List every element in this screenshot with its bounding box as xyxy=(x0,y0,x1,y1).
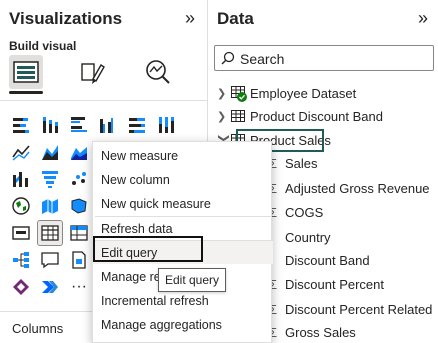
chevron-right-icon[interactable]: ❯ xyxy=(217,110,231,123)
stacked-area-chart-icon[interactable] xyxy=(67,140,91,164)
chevron-right-icon[interactable]: ❯ xyxy=(217,87,231,100)
field-name: Gross Sales xyxy=(285,324,356,340)
field-name: Discount Band xyxy=(285,252,370,268)
shape-map-icon[interactable] xyxy=(67,194,91,218)
field-name: Sales xyxy=(285,155,318,171)
data-title: Data xyxy=(217,9,254,28)
table-name: Employee Dataset xyxy=(250,85,357,101)
menu-item-manage-aggregations[interactable]: Manage aggregations xyxy=(93,313,273,336)
field-name: Country xyxy=(285,229,331,245)
visualizations-title: Visualizations xyxy=(9,9,123,28)
menu-item-new-measure[interactable]: New measure xyxy=(93,144,273,167)
funnel-chart-icon[interactable] xyxy=(38,167,62,191)
100-stacked-bar-chart-icon[interactable] xyxy=(125,113,149,137)
ribbon-chart-icon[interactable] xyxy=(9,167,33,191)
table-name: Product Discount Band xyxy=(250,108,383,124)
stacked-column-chart-icon[interactable] xyxy=(38,113,62,137)
table-visual-icon[interactable] xyxy=(37,220,63,246)
scatter-chart-icon[interactable] xyxy=(67,167,91,191)
edit-query-highlight-box xyxy=(93,236,203,262)
format-visual-icon[interactable] xyxy=(75,55,109,89)
paginated-report-icon[interactable] xyxy=(67,248,91,272)
field-row[interactable]: Country xyxy=(266,226,331,248)
map-globe-icon[interactable] xyxy=(9,194,33,218)
line-chart-icon[interactable] xyxy=(9,140,33,164)
100-stacked-column-chart-icon[interactable] xyxy=(154,113,178,137)
menu-item-new-column[interactable]: New column xyxy=(93,168,273,191)
power-automate-icon[interactable] xyxy=(38,275,62,299)
field-name: Adjusted Gross Revenue xyxy=(285,180,430,196)
collapse-data-icon[interactable]: » xyxy=(418,9,428,27)
analytics-icon[interactable] xyxy=(141,55,175,89)
field-row[interactable]: Σ Discount Percent Related xyxy=(266,298,432,320)
field-row[interactable]: Σ Gross Sales xyxy=(266,321,356,343)
build-visual-label: Build visual xyxy=(9,39,77,53)
menu-item-new-quick-measure[interactable]: New quick measure xyxy=(93,192,273,215)
filled-map-icon[interactable] xyxy=(38,194,62,218)
columns-label: Columns xyxy=(12,321,64,336)
power-apps-icon[interactable] xyxy=(9,275,33,299)
matrix-visual-icon[interactable] xyxy=(67,221,91,245)
more-visuals-icon[interactable]: ··· xyxy=(67,275,91,299)
stacked-bar-chart-icon[interactable] xyxy=(9,113,33,137)
divider xyxy=(0,100,207,101)
build-visual-icon[interactable] xyxy=(9,55,43,89)
clustered-bar-chart-icon[interactable] xyxy=(67,113,91,137)
field-row[interactable]: Discount Band xyxy=(266,249,370,271)
search-placeholder: Search xyxy=(240,51,285,67)
field-name: COGS xyxy=(285,204,324,220)
field-row[interactable]: Σ Adjusted Gross Revenue xyxy=(266,177,430,199)
search-input[interactable]: Search xyxy=(214,45,434,71)
clustered-column-chart-icon[interactable] xyxy=(96,113,120,137)
search-icon xyxy=(221,51,235,65)
active-tab-indicator xyxy=(9,91,43,94)
menu-item-incremental-refresh[interactable]: Incremental refresh xyxy=(93,289,273,312)
table-icon xyxy=(231,110,245,122)
tooltip: Edit query xyxy=(158,268,226,292)
field-name: Discount Percent xyxy=(285,276,384,292)
field-row[interactable]: Σ Sales xyxy=(266,152,318,174)
card-icon[interactable] xyxy=(9,221,33,245)
collapse-visualizations-icon[interactable]: » xyxy=(185,9,195,27)
field-name: Discount Percent Related xyxy=(285,301,433,317)
decomposition-tree-icon[interactable] xyxy=(9,248,33,272)
field-row[interactable]: Σ COGS xyxy=(266,201,323,223)
table-icon xyxy=(231,85,250,102)
table-row-product-discount-band[interactable]: ❯ Product Discount Band xyxy=(217,105,383,127)
field-row[interactable]: Σ Discount Percent xyxy=(266,273,384,295)
area-chart-icon[interactable] xyxy=(38,140,62,164)
smart-narrative-icon[interactable] xyxy=(38,248,62,272)
table-row-employee-dataset[interactable]: ❯ Employee Dataset xyxy=(217,82,356,104)
refresh-check-badge-icon xyxy=(237,91,247,102)
